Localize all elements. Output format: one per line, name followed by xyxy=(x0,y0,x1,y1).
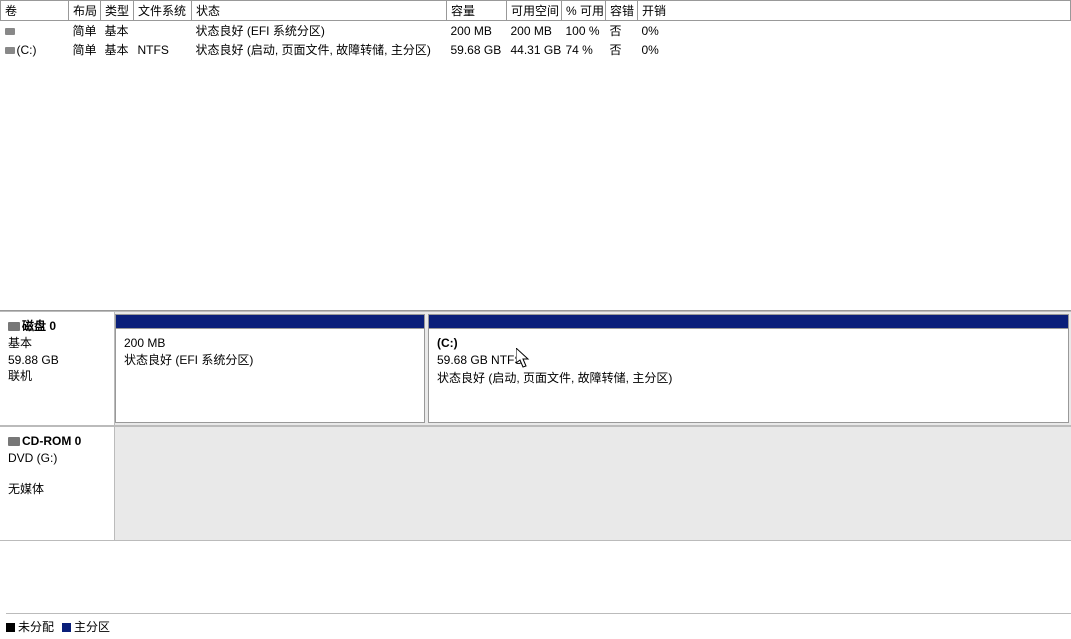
disk-label-disk0[interactable]: 磁盘 0 基本 59.88 GB 联机 xyxy=(0,312,115,425)
vol-status: 状态良好 (启动, 页面文件, 故障转储, 主分区) xyxy=(192,40,447,59)
col-header-overhead[interactable]: 开销 xyxy=(638,1,1071,21)
col-header-filesystem[interactable]: 文件系统 xyxy=(134,1,192,21)
vol-type: 基本 xyxy=(101,40,134,59)
vol-layout: 简单 xyxy=(69,21,101,41)
col-header-status[interactable]: 状态 xyxy=(192,1,447,21)
cdrom-state: 无媒体 xyxy=(8,481,106,498)
vol-fs: NTFS xyxy=(134,40,192,59)
partition-status: 状态良好 (EFI 系统分区) xyxy=(124,352,416,369)
vol-type: 基本 xyxy=(101,21,134,41)
disk-state: 联机 xyxy=(8,368,106,385)
vol-free: 44.31 GB xyxy=(507,40,562,59)
legend-unallocated: 未分配 xyxy=(6,618,54,635)
cdrom-icon xyxy=(8,437,20,446)
partition-efi[interactable]: 200 MB 状态良好 (EFI 系统分区) xyxy=(115,314,425,423)
vol-overhead: 0% xyxy=(638,21,1071,41)
disk-size: 59.88 GB xyxy=(8,352,106,369)
partition-size: 59.68 GB NTFS xyxy=(437,352,1060,369)
partition-status: 状态良好 (启动, 页面文件, 故障转储, 主分区) xyxy=(437,370,1060,387)
legend-swatch-black-icon xyxy=(6,623,15,632)
disk-name: 磁盘 0 xyxy=(22,319,56,333)
legend-swatch-navy-icon xyxy=(62,623,71,632)
legend-label: 未分配 xyxy=(18,620,54,634)
col-header-type[interactable]: 类型 xyxy=(101,1,134,21)
col-header-capacity[interactable]: 容量 xyxy=(447,1,507,21)
disk-row-cdrom: CD-ROM 0 DVD (G:) 无媒体 xyxy=(0,426,1071,541)
disk-type: 基本 xyxy=(8,335,106,352)
col-header-free[interactable]: 可用空间 xyxy=(507,1,562,21)
vol-pct: 100 % xyxy=(562,21,606,41)
vol-fault: 否 xyxy=(606,40,638,59)
vol-status: 状态良好 (EFI 系统分区) xyxy=(192,21,447,41)
col-header-fault[interactable]: 容错 xyxy=(606,1,638,21)
vol-fault: 否 xyxy=(606,21,638,41)
legend: 未分配 主分区 xyxy=(6,613,1071,635)
col-header-pctfree[interactable]: % 可用 xyxy=(562,1,606,21)
vol-layout: 简单 xyxy=(69,40,101,59)
volume-icon xyxy=(5,47,15,54)
vol-overhead: 0% xyxy=(638,40,1071,59)
legend-label: 主分区 xyxy=(74,620,110,634)
disk-label-cdrom[interactable]: CD-ROM 0 DVD (G:) 无媒体 xyxy=(0,427,115,540)
partitions-container: 200 MB 状态良好 (EFI 系统分区) (C:) 59.68 GB NTF… xyxy=(115,312,1071,425)
col-header-layout[interactable]: 布局 xyxy=(69,1,101,21)
partition-c[interactable]: (C:) 59.68 GB NTFS 状态良好 (启动, 页面文件, 故障转储,… xyxy=(428,314,1069,423)
disk-name: CD-ROM 0 xyxy=(22,434,81,448)
vol-free: 200 MB xyxy=(507,21,562,41)
disk-graphical-area: 磁盘 0 基本 59.88 GB 联机 200 MB 状态良好 (EFI 系统分… xyxy=(0,310,1071,541)
disk-icon xyxy=(8,322,20,331)
vol-name: (C:) xyxy=(17,43,37,57)
vol-capacity: 59.68 GB xyxy=(447,40,507,59)
vol-capacity: 200 MB xyxy=(447,21,507,41)
volume-table-header[interactable]: 卷 布局 类型 文件系统 状态 容量 可用空间 % 可用 容错 开销 xyxy=(1,1,1071,21)
vol-fs xyxy=(134,21,192,41)
legend-primary: 主分区 xyxy=(62,618,110,635)
volume-icon xyxy=(5,28,15,35)
disk-row-disk0: 磁盘 0 基本 59.88 GB 联机 200 MB 状态良好 (EFI 系统分… xyxy=(0,311,1071,426)
col-header-volume[interactable]: 卷 xyxy=(1,1,69,21)
partition-header-bar xyxy=(116,315,424,329)
cdrom-partitions xyxy=(115,427,1071,540)
partition-title: (C:) xyxy=(437,335,1060,352)
partition-header-bar xyxy=(429,315,1068,329)
partition-size: 200 MB xyxy=(124,335,416,352)
volume-table[interactable]: 卷 布局 类型 文件系统 状态 容量 可用空间 % 可用 容错 开销 简单 基本… xyxy=(0,0,1071,59)
empty-media-area[interactable] xyxy=(115,427,1071,540)
table-row[interactable]: 简单 基本 状态良好 (EFI 系统分区) 200 MB 200 MB 100 … xyxy=(1,21,1071,41)
table-row[interactable]: (C:) 简单 基本 NTFS 状态良好 (启动, 页面文件, 故障转储, 主分… xyxy=(1,40,1071,59)
vol-pct: 74 % xyxy=(562,40,606,59)
cdrom-drive: DVD (G:) xyxy=(8,450,106,467)
